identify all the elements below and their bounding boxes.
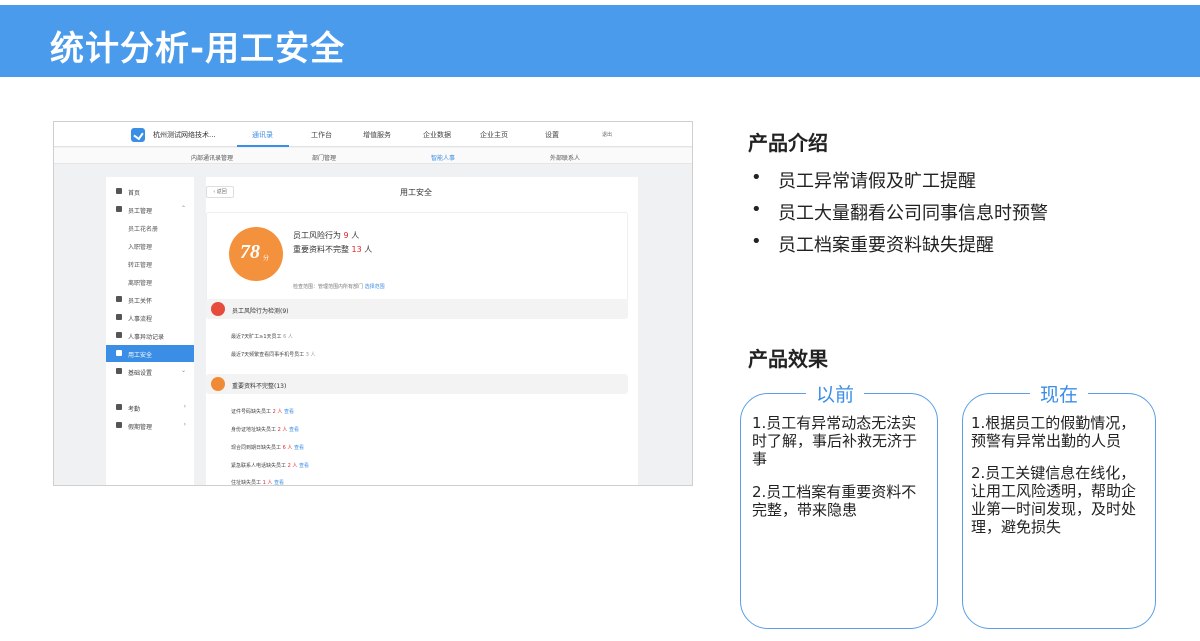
sidebar-item-safety[interactable]: 用工安全: [106, 345, 194, 362]
sidebar-sub-onboard[interactable]: 入职管理: [106, 237, 194, 254]
subnav-external-contacts[interactable]: 外部联系人: [550, 153, 580, 162]
before-item: 2.员工档案有重要资料不完整，带来隐患: [752, 483, 917, 519]
list-item: 最近7天频繁查看同事手机号员工 3 人: [231, 352, 316, 358]
clock-icon: [116, 404, 122, 410]
sidebar-item-attendance[interactable]: 考勤 ›: [106, 399, 194, 416]
list-item: 住址缺失员工 1 人 查看: [231, 480, 284, 486]
nav-value-added[interactable]: 增值服务: [363, 130, 391, 140]
nav-settings[interactable]: 设置: [545, 130, 559, 140]
sidebar-item-home[interactable]: 首页: [106, 183, 194, 200]
person-icon: [116, 314, 122, 320]
sub-nav: 内部通讯录管理 部门管理 智能人事 外部联系人: [54, 148, 692, 164]
panel-title: 用工安全: [400, 188, 432, 197]
view-link[interactable]: 查看: [294, 445, 304, 451]
missing-summary: 重要资料不完整 13 人: [293, 245, 373, 254]
nav-company-home[interactable]: 企业主页: [480, 130, 508, 140]
sidebar-item-leave[interactable]: 假期管理 ›: [106, 417, 194, 434]
scope-text: 检查范围：管理范围内所有部门 选择范围: [293, 284, 385, 290]
score-unit: 分: [263, 255, 270, 262]
bullet-icon: •: [751, 167, 762, 188]
sidebar-item-care[interactable]: 员工关怀: [106, 291, 194, 308]
after-item: 1.根据员工的假勤情况，预警有异常出勤的人员: [971, 414, 1136, 450]
view-link[interactable]: 查看: [274, 480, 284, 485]
section-missing-data: 重要资料不完整(13): [206, 374, 628, 394]
subnav-smart-hr[interactable]: 智能人事: [431, 153, 455, 162]
subnav-departments[interactable]: 部门管理: [312, 153, 336, 162]
sidebar-sub-regular[interactable]: 转正管理: [106, 255, 194, 272]
list-item: 现合同到期日缺失员工 6 人 查看: [231, 445, 304, 451]
app-logo-icon: [131, 128, 145, 142]
logout-link[interactable]: 退出: [602, 131, 612, 138]
chevron-down-icon: ⌄: [180, 367, 186, 374]
view-link[interactable]: 查看: [289, 427, 299, 433]
list-item: 最近7天旷工≥1天员工 6 人: [231, 334, 293, 340]
gear-icon: [116, 368, 122, 374]
sidebar-sub-leave[interactable]: 离职管理: [106, 273, 194, 290]
list-item: 证件号码缺失员工 2 人 查看: [231, 409, 294, 415]
nav-active-indicator: [237, 145, 289, 147]
score-value: 78: [240, 241, 260, 263]
alarm-icon: [211, 302, 225, 316]
chevron-right-icon: ›: [183, 403, 186, 410]
scope-link[interactable]: 选择范围: [365, 284, 385, 290]
briefcase-icon: [211, 377, 225, 391]
company-name: 杭州测试网络技术...: [153, 131, 216, 139]
view-link[interactable]: 查看: [284, 409, 294, 415]
score-badge: 78 分: [229, 227, 283, 281]
sidebar-item-changes[interactable]: 人事异动记录: [106, 327, 194, 344]
chevron-right-icon: ›: [183, 421, 186, 428]
list-item: 身份证地址缺失员工 2 人 查看: [231, 427, 299, 433]
sidebar-sub-roster[interactable]: 员工花名册: [106, 219, 194, 236]
sidebar-item-hr-flow[interactable]: 人事流程: [106, 309, 194, 326]
back-button[interactable]: ‹ 返回: [206, 186, 234, 198]
bullet-icon: •: [751, 231, 762, 252]
calendar-icon: [116, 422, 122, 428]
view-link[interactable]: 查看: [299, 463, 309, 469]
risk-summary: 员工风险行为 9 人: [293, 231, 360, 240]
effect-heading: 产品效果: [748, 347, 828, 371]
sidebar-item-staff[interactable]: 员工管理 ⌃: [106, 201, 194, 218]
document-icon: [116, 332, 122, 338]
section-risk-behavior: 员工风险行为检测(9): [206, 299, 628, 319]
before-item: 1.员工有异常动态无法实时了解，事后补救无济于事: [752, 414, 918, 468]
bullet-icon: •: [751, 199, 762, 220]
nav-contacts[interactable]: 通讯录: [252, 130, 273, 140]
list-item: 紧急联系人电话缺失员工 2 人 查看: [231, 463, 309, 469]
after-label: 现在: [1030, 380, 1089, 407]
sidebar-item-base[interactable]: 基础设置 ⌄: [106, 363, 194, 380]
home-icon: [116, 188, 122, 194]
main-panel: ‹ 返回 用工安全 78 分 员工风险行为 9 人 重要资料不完整 13 人 检…: [206, 177, 638, 486]
sidebar: 首页 员工管理 ⌃ 员工花名册 入职管理 转正管理 离职管理 员工关怀 人事流程 …: [106, 177, 194, 485]
before-label: 以前: [806, 380, 865, 407]
product-screenshot: 杭州测试网络技术... 通讯录 工作台 增值服务 企业数据 企业主页 设置 退出…: [53, 121, 693, 486]
top-nav: 杭州测试网络技术... 通讯录 工作台 增值服务 企业数据 企业主页 设置 退出: [54, 122, 692, 147]
users-icon: [116, 206, 122, 212]
subnav-internal-contacts[interactable]: 内部通讯录管理: [191, 153, 233, 162]
summary-card: 78 分 员工风险行为 9 人 重要资料不完整 13 人 检查范围：管理范围内所…: [206, 212, 628, 302]
nav-workbench[interactable]: 工作台: [311, 130, 332, 140]
title-banner: 统计分析-用工安全: [0, 5, 1200, 77]
nav-company-data[interactable]: 企业数据: [423, 130, 451, 140]
chevron-up-icon: ⌃: [180, 205, 186, 212]
shield-icon: [116, 350, 122, 356]
intro-heading: 产品介绍: [748, 131, 828, 155]
page-title: 统计分析-用工安全: [50, 29, 346, 69]
heart-icon: [116, 296, 122, 302]
after-item: 2.员工关键信息在线化，让用工风险透明，帮助企业第一时间发现，及时处理，避免损失: [971, 464, 1137, 536]
